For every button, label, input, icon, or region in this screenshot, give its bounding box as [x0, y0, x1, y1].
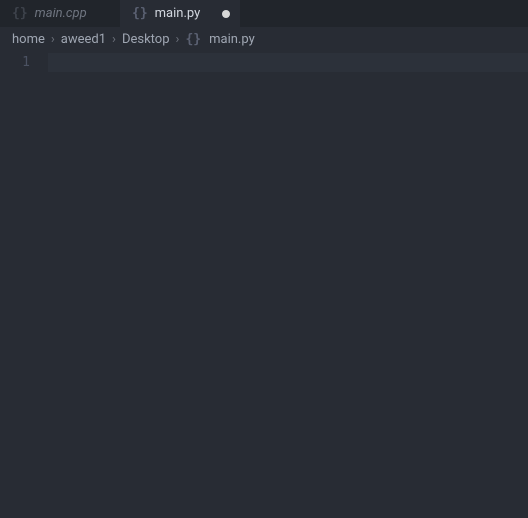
code-area[interactable] [48, 51, 528, 518]
breadcrumb-file[interactable]: main.py [209, 32, 255, 47]
breadcrumb-segment[interactable]: aweed1 [61, 32, 106, 47]
gutter: 1 [0, 51, 48, 518]
tab-main-py[interactable]: {} main.py [120, 0, 240, 27]
modified-dot-icon [222, 10, 230, 18]
braces-icon: {} [132, 7, 148, 20]
breadcrumb: home › aweed1 › Desktop › {} main.py [0, 27, 528, 51]
chevron-right-icon: › [112, 32, 116, 47]
line-number: 1 [0, 53, 48, 72]
tab-main-cpp[interactable]: {} main.cpp [0, 0, 120, 27]
tab-label: main.py [155, 6, 201, 21]
editor: 1 [0, 51, 528, 518]
tab-label: main.cpp [35, 6, 87, 21]
chevron-right-icon: › [176, 32, 180, 47]
code-line[interactable] [48, 53, 528, 72]
breadcrumb-segment[interactable]: Desktop [122, 32, 170, 47]
tab-bar: {} main.cpp {} main.py [0, 0, 528, 27]
braces-icon: {} [185, 33, 201, 46]
chevron-right-icon: › [51, 32, 55, 47]
breadcrumb-segment[interactable]: home [12, 32, 45, 47]
braces-icon: {} [12, 7, 28, 20]
